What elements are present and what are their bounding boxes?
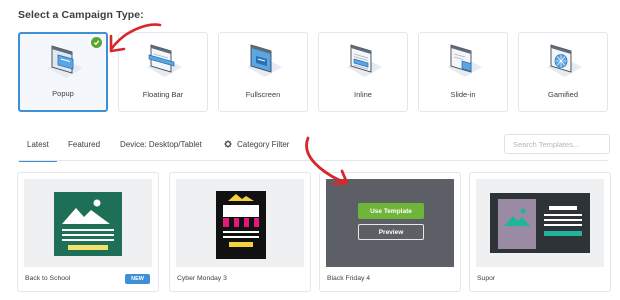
- tab-featured[interactable]: Featured: [68, 140, 100, 149]
- inline-icon: [347, 44, 382, 77]
- search-input[interactable]: [504, 134, 610, 154]
- template-card-cyber-monday-3[interactable]: Cyber Monday 3: [169, 172, 311, 292]
- gear-icon: [224, 140, 232, 148]
- template-card-back-to-school[interactable]: Back to School NEW: [17, 172, 159, 292]
- template-name: Cyber Monday 3: [177, 275, 227, 282]
- floating-bar-icon: [147, 44, 182, 77]
- template-thumbnail: [24, 179, 152, 267]
- template-thumbnail: [176, 179, 304, 267]
- campaign-type-fullscreen[interactable]: Fullscreen: [218, 32, 308, 112]
- slide-in-icon: [447, 44, 482, 77]
- popup-icon: [48, 45, 83, 78]
- image-placeholder-icon: [490, 193, 590, 253]
- campaign-type-label: Popup: [52, 89, 74, 98]
- template-name: Black Friday 4: [327, 275, 371, 282]
- divider: [18, 160, 608, 161]
- category-filter-label: Category Filter: [237, 140, 290, 149]
- campaign-type-gamified[interactable]: Gamified: [518, 32, 608, 112]
- check-icon: [91, 37, 102, 48]
- campaign-type-label: Slide-in: [450, 90, 476, 99]
- campaign-type-popup[interactable]: Popup: [18, 32, 108, 112]
- use-template-button[interactable]: Use Template: [358, 203, 424, 219]
- new-badge: NEW: [125, 274, 150, 284]
- campaign-type-slide-in[interactable]: Slide-in: [418, 32, 508, 112]
- campaign-type-inline[interactable]: Inline: [318, 32, 408, 112]
- tab-device[interactable]: Device: Desktop/Tablet: [120, 140, 202, 149]
- tab-latest[interactable]: Latest: [19, 140, 57, 162]
- preview-button[interactable]: Preview: [358, 224, 424, 240]
- fullscreen-icon: [247, 44, 282, 77]
- campaign-type-floating-bar[interactable]: Floating Bar: [118, 32, 208, 112]
- hover-overlay: [326, 179, 454, 267]
- template-name: Supor: [477, 275, 496, 282]
- image-placeholder-icon: [216, 191, 266, 259]
- campaign-type-label: Inline: [354, 90, 372, 99]
- page-title: Select a Campaign Type:: [18, 9, 144, 21]
- template-card-black-friday-4[interactable]: Use Template Preview Black Friday 4: [319, 172, 461, 292]
- template-thumbnail: Use Template Preview: [326, 179, 454, 267]
- category-filter-button[interactable]: Category Filter: [224, 140, 289, 149]
- image-placeholder-icon: [54, 192, 122, 256]
- template-card-supor[interactable]: Supor: [469, 172, 611, 292]
- gamified-icon: [547, 44, 582, 77]
- template-name: Back to School: [25, 275, 71, 282]
- campaign-type-label: Floating Bar: [142, 90, 184, 99]
- template-thumbnail: [476, 179, 604, 267]
- template-filter-bar: Latest Featured Device: Desktop/Tablet C…: [18, 133, 610, 162]
- campaign-type-label: Gamified: [547, 90, 578, 99]
- campaign-type-label: Fullscreen: [245, 90, 281, 99]
